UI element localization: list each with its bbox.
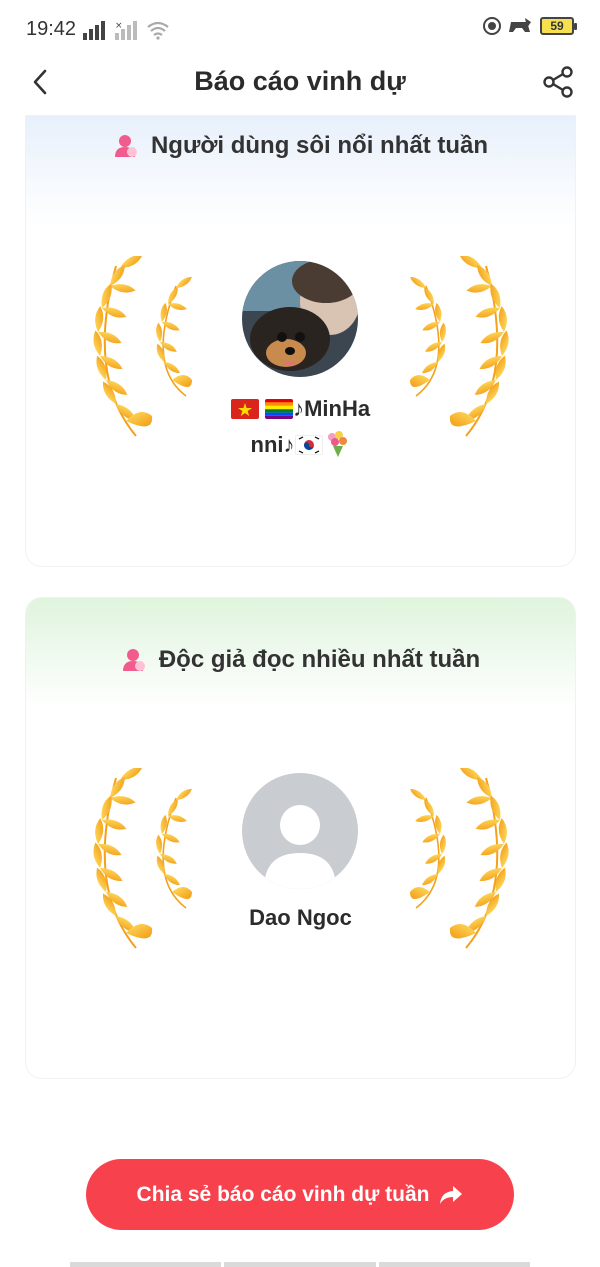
rainbow-flag-icon	[265, 399, 294, 419]
status-bar: 19:42 × 59	[0, 0, 600, 60]
avatar-photo-icon	[242, 261, 358, 377]
game-mode-icon	[509, 18, 531, 32]
record-icon	[483, 17, 501, 35]
vietnam-flag-icon	[230, 399, 259, 419]
bottom-bar-segment	[224, 1262, 376, 1267]
signal-no-service-icon: ×	[115, 21, 137, 40]
person-icon	[114, 135, 137, 157]
status-left-icons: ×	[82, 18, 170, 40]
korea-flag-icon	[294, 435, 323, 455]
user-name[interactable]: ♪MinHa nni♪	[26, 391, 575, 463]
bottom-bar-segment	[70, 1262, 222, 1267]
status-time: 19:42	[26, 18, 77, 40]
battery-indicator: 59	[540, 17, 577, 35]
share-icon	[543, 66, 573, 98]
bouquet-icon	[327, 431, 347, 457]
signal-icon	[83, 21, 105, 40]
card-title-row: Người dùng sôi nổi nhất tuần	[26, 132, 575, 160]
user-name-text-2: nni♪	[250, 432, 295, 457]
share-weekly-report-button[interactable]: Chia sẻ báo cáo vinh dự tuần	[86, 1159, 514, 1230]
default-avatar-icon	[242, 773, 358, 889]
user-avatar[interactable]	[242, 773, 358, 889]
status-right-icons: 59	[482, 16, 577, 36]
share-button[interactable]	[538, 62, 578, 102]
card-title: Người dùng sôi nổi nhất tuần	[150, 132, 489, 159]
app-header: Báo cáo vinh dự	[0, 56, 600, 108]
bottom-bar	[70, 1262, 530, 1267]
page-title: Báo cáo vinh dự	[194, 66, 406, 96]
forward-arrow-icon	[440, 1185, 463, 1204]
user-name[interactable]: Dao Ngoc	[26, 900, 575, 936]
share-weekly-report-label: Chia sẻ báo cáo vinh dự tuần	[136, 1182, 430, 1206]
top-reader-card: Độc giả đọc nhiều nhất tuần Dao Ngoc	[26, 598, 575, 1078]
user-name-line-2: nni♪	[26, 427, 575, 463]
card-title: Độc giả đọc nhiều nhất tuần	[158, 646, 481, 673]
user-name-text-1: ♪MinHa	[293, 396, 371, 421]
person-icon	[122, 649, 145, 671]
card-title-row: Độc giả đọc nhiều nhất tuần	[26, 646, 575, 674]
bottom-bar-segment	[378, 1262, 530, 1267]
user-name-line-1: ♪MinHa	[26, 391, 575, 427]
wifi-icon	[147, 21, 169, 40]
user-avatar[interactable]	[242, 261, 358, 377]
svg-text:×: ×	[115, 21, 123, 31]
most-active-user-card: Người dùng sôi nổi nhất tuần ♪MinHa nni♪	[26, 116, 575, 566]
